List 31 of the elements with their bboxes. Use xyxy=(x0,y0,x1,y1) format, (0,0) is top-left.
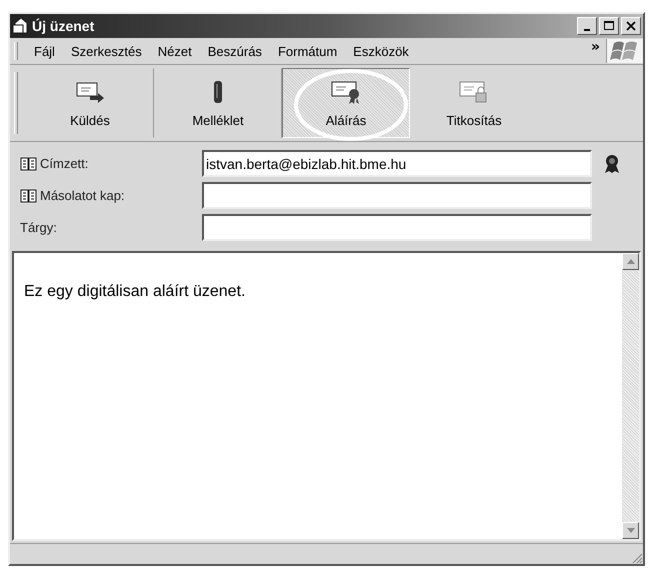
input-field[interactable]: istvan.berta@ebizlab.hit.bme.hu xyxy=(202,150,592,177)
window-title: Új üzenet xyxy=(32,18,94,34)
scrollbar[interactable] xyxy=(622,253,639,539)
up-arrow-icon xyxy=(626,259,634,264)
menu-overflow[interactable]: » xyxy=(590,39,606,55)
resize-grip-icon xyxy=(631,552,643,564)
field-label: Tárgy: xyxy=(20,220,57,235)
menu-item[interactable]: Fájl xyxy=(26,44,63,58)
menu-item[interactable]: Eszközök xyxy=(345,44,417,58)
menu-item[interactable]: Nézet xyxy=(150,44,200,58)
menu-item[interactable]: Formátum xyxy=(270,44,346,58)
toolbar-button[interactable]: Küldés xyxy=(26,68,154,138)
certificate-envelope-icon xyxy=(330,78,362,104)
input-field[interactable] xyxy=(202,214,592,241)
menu-item[interactable]: Szerkesztés xyxy=(62,44,150,58)
scroll-down-button[interactable] xyxy=(622,522,639,539)
paperclip-icon xyxy=(214,78,222,104)
minimize-button[interactable] xyxy=(577,17,597,35)
field-label: Címzett: xyxy=(40,156,88,171)
close-icon xyxy=(626,21,636,31)
toolbar-button[interactable]: Titkosítás xyxy=(410,68,538,138)
minimize-icon xyxy=(584,28,590,30)
input-field[interactable] xyxy=(202,182,592,209)
message-text: Ez egy digitálisan aláírt üzenet. xyxy=(24,283,246,301)
maximize-button[interactable] xyxy=(599,17,619,35)
close-button[interactable] xyxy=(621,17,641,35)
down-arrow-icon xyxy=(626,528,634,533)
maximize-icon xyxy=(604,21,614,31)
menu-item[interactable]: Beszúrás xyxy=(200,44,270,58)
scroll-up-button[interactable] xyxy=(622,253,639,270)
field-label: Másolatot kap: xyxy=(40,188,125,203)
